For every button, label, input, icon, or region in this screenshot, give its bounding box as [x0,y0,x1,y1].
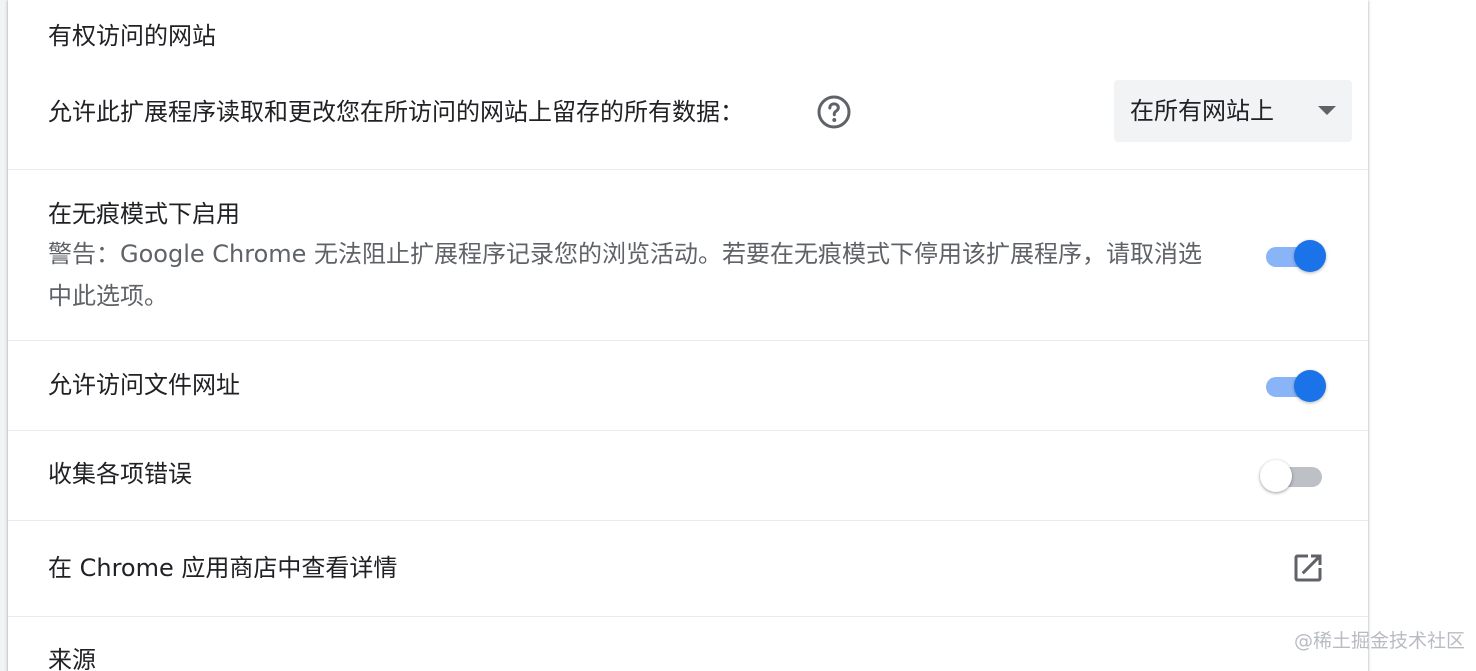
site-access-description: 允许此扩展程序读取和更改您在所访问的网站上留存的所有数据： [48,98,744,126]
toggle-knob [1260,460,1292,492]
help-circle-icon[interactable] [816,94,852,130]
webstore-link[interactable]: 在 Chrome 应用商店中查看详情 [48,552,397,584]
incognito-section: 在无痕模式下启用 警告：Google Chrome 无法阻止扩展程序记录您的浏览… [8,170,1368,341]
file-urls-toggle[interactable] [1264,368,1328,402]
file-urls-section: 允许访问文件网址 [8,341,1368,431]
toggle-knob [1294,370,1326,402]
extension-details-page: 有权访问的网站 允许此扩展程序读取和更改您在所访问的网站上留存的所有数据： 在所… [0,0,1476,671]
site-access-section: 有权访问的网站 允许此扩展程序读取和更改您在所访问的网站上留存的所有数据： 在所… [8,0,1368,170]
incognito-warning: 警告：Google Chrome 无法阻止扩展程序记录您的浏览活动。若要在无痕模… [48,240,1203,310]
extension-settings-card: 有权访问的网站 允许此扩展程序读取和更改您在所访问的网站上留存的所有数据： 在所… [8,0,1368,671]
open-in-new-icon[interactable] [1290,550,1326,586]
file-urls-title: 允许访问文件网址 [48,371,240,399]
watermark-text: @稀土掘金技术社区 [1294,630,1466,652]
toggle-knob [1294,240,1326,272]
webstore-section[interactable]: 在 Chrome 应用商店中查看详情 [8,521,1368,617]
incognito-title: 在无痕模式下启用 [48,200,240,228]
source-section: 来源 [8,617,1368,671]
page-background [1368,0,1476,671]
collect-errors-title: 收集各项错误 [48,460,192,488]
dropdown-selected-value: 在所有网站上 [1130,97,1274,125]
chevron-down-icon [1318,106,1336,115]
source-title: 来源 [48,646,96,671]
site-access-title: 有权访问的网站 [48,22,216,50]
site-access-dropdown[interactable]: 在所有网站上 [1114,80,1352,142]
incognito-toggle[interactable] [1264,238,1328,272]
collect-errors-section: 收集各项错误 [8,431,1368,521]
collect-errors-toggle[interactable] [1258,458,1322,492]
